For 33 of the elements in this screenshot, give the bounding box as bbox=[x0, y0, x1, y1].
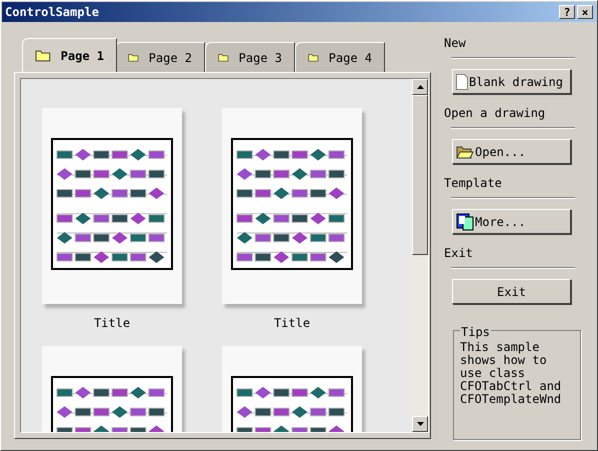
help-button[interactable]: ? bbox=[559, 5, 575, 19]
action-button[interactable]: Open... bbox=[452, 139, 571, 164]
tab[interactable]: Page 2 bbox=[115, 42, 205, 72]
section-heading: Template bbox=[444, 175, 503, 192]
template-icon bbox=[456, 212, 474, 230]
folder-icon bbox=[308, 51, 319, 64]
section-heading: Open a drawing bbox=[444, 105, 546, 122]
template-title: Title bbox=[274, 315, 310, 332]
scroll-down-button[interactable] bbox=[412, 416, 428, 432]
tips-text: This sample shows how to use class CFOTabCtrl and CFOTemplateWnd bbox=[460, 341, 562, 406]
template-title: Title bbox=[94, 315, 130, 332]
folder-icon bbox=[218, 51, 229, 64]
action-button[interactable]: Blank drawing bbox=[452, 69, 571, 94]
template-thumbnail[interactable] bbox=[42, 108, 182, 304]
down-arrow-icon bbox=[416, 422, 424, 426]
section-heading: New bbox=[444, 35, 467, 52]
tab[interactable]: Page 1 bbox=[22, 38, 117, 72]
tab[interactable]: Page 3 bbox=[205, 42, 295, 72]
close-button[interactable]: × bbox=[577, 5, 593, 19]
section-heading: Exit bbox=[444, 245, 474, 262]
folder-icon bbox=[35, 49, 51, 62]
template-thumbnail[interactable] bbox=[222, 108, 362, 304]
scroll-thumb[interactable] bbox=[412, 95, 428, 255]
folder-icon bbox=[128, 51, 139, 64]
folder-icon bbox=[456, 144, 474, 158]
action-button[interactable]: Exit bbox=[452, 279, 571, 304]
page-icon bbox=[456, 74, 468, 90]
action-button[interactable]: More... bbox=[452, 209, 571, 234]
scroll-up-button[interactable] bbox=[412, 79, 428, 95]
scrollbar[interactable] bbox=[412, 79, 428, 432]
window-title: ControlSample bbox=[5, 4, 99, 21]
tab[interactable]: Page 4 bbox=[295, 42, 385, 72]
up-arrow-icon bbox=[416, 85, 424, 89]
